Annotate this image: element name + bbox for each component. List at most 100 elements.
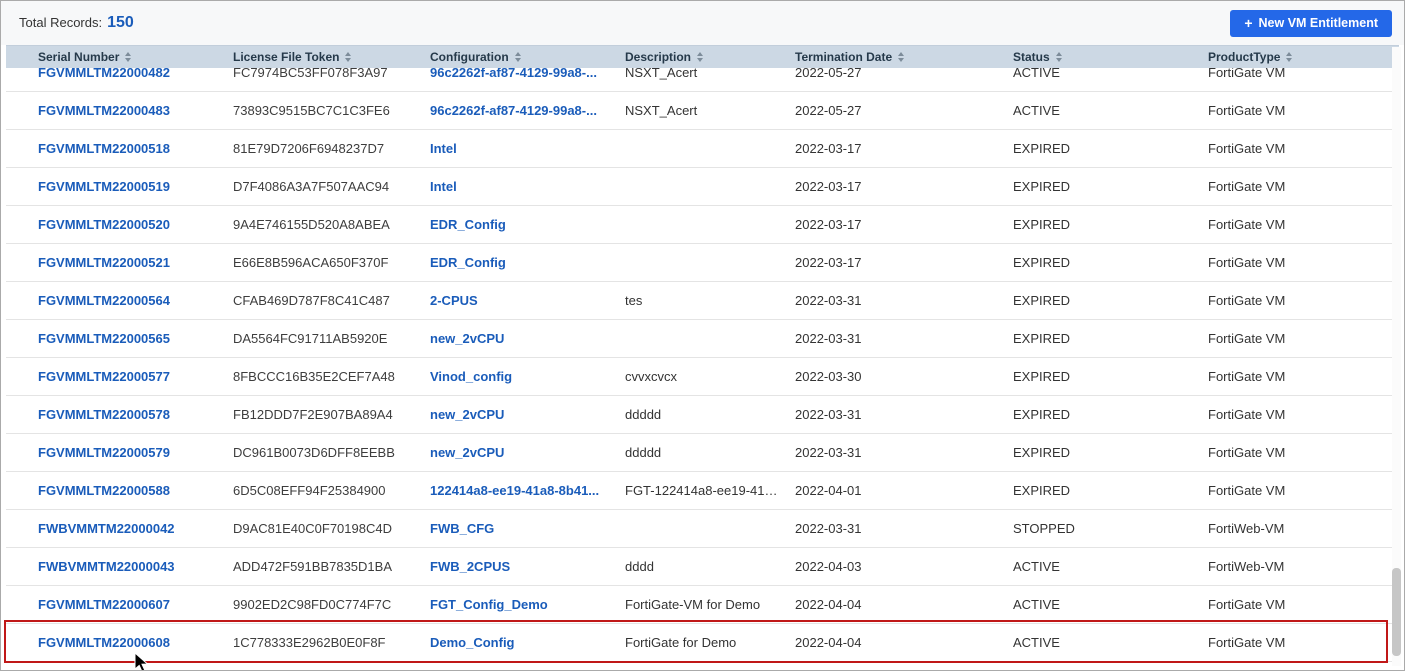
product-type: FortiGate VM [1208, 179, 1286, 194]
license-file-token: D7F4086A3A7F507AAC94 [233, 179, 390, 194]
serial-number-link[interactable]: FGVMMLTM22000579 [38, 445, 233, 460]
table-row: FGVMMLTM22000483 73893C9515BC7C1C3FE6 96c2… [6, 92, 1399, 130]
product-type: FortiGate VM [1208, 255, 1286, 270]
sort-icon[interactable] [345, 52, 352, 62]
entitlement-table: Serial Number License File Token Configura… [6, 45, 1399, 662]
serial-number-link[interactable]: FWBVMMTM22000042 [38, 521, 233, 536]
column-header-label: ProductType [1208, 50, 1281, 64]
termination-date: 2022-03-31 [795, 293, 862, 308]
configuration-link[interactable]: FWB_CFG [430, 521, 625, 536]
serial-number-link[interactable]: FGVMMLTM22000520 [38, 217, 233, 232]
termination-date: 2022-03-30 [795, 369, 862, 384]
column-header-label: License File Token [233, 50, 340, 64]
status-text: EXPIRED [1013, 141, 1071, 156]
serial-number-link[interactable]: FGVMMLTM22000588 [38, 483, 233, 498]
configuration-link[interactable]: EDR_Config [430, 217, 625, 232]
license-file-token: 81E79D7206F6948237D7 [233, 141, 385, 156]
product-type: FortiWeb-VM [1208, 559, 1285, 574]
termination-date: 2022-04-04 [795, 597, 862, 612]
description-text: FortiGate-VM for Demo [625, 597, 761, 612]
status-text: EXPIRED [1013, 407, 1071, 422]
column-header-label: Termination Date [795, 50, 893, 64]
license-file-token: 9A4E746155D520A8ABEA [233, 217, 390, 232]
column-header-config[interactable]: Configuration [430, 50, 625, 64]
configuration-link[interactable]: Intel [430, 179, 625, 194]
column-header-serial[interactable]: Serial Number [38, 50, 233, 64]
configuration-link[interactable]: Intel [430, 141, 625, 156]
sort-icon[interactable] [1055, 52, 1062, 62]
description-text: FortiGate for Demo [625, 635, 737, 650]
configuration-link[interactable]: new_2vCPU [430, 445, 625, 460]
serial-number-link[interactable]: FWBVMMTM22000043 [38, 559, 233, 574]
sort-icon[interactable] [514, 52, 521, 62]
sort-icon[interactable] [898, 52, 905, 62]
termination-date: 2022-03-31 [795, 331, 862, 346]
configuration-link[interactable]: FGT_Config_Demo [430, 597, 625, 612]
serial-number-link[interactable]: FGVMMLTM22000607 [38, 597, 233, 612]
status-text: ACTIVE [1013, 559, 1060, 574]
product-type: FortiGate VM [1208, 293, 1286, 308]
column-header-product[interactable]: ProductType [1208, 50, 1399, 64]
table-row: FGVMMLTM22000579 DC961B0073D6DFF8EEBB new_… [6, 434, 1399, 472]
table-row: FGVMMLTM22000518 81E79D7206F6948237D7 Inte… [6, 130, 1399, 168]
license-file-token: 9902ED2C98FD0C774F7C [233, 597, 392, 612]
product-type: FortiGate VM [1208, 331, 1286, 346]
scrollbar-thumb[interactable] [1392, 568, 1401, 656]
serial-number-link[interactable]: FGVMMLTM22000608 [38, 635, 233, 650]
configuration-link[interactable]: EDR_Config [430, 255, 625, 270]
status-text: EXPIRED [1013, 369, 1071, 384]
license-file-token: 73893C9515BC7C1C3FE6 [233, 103, 390, 118]
configuration-link[interactable]: 96c2262f-af87-4129-99a8-... [430, 103, 625, 118]
serial-number-link[interactable]: FGVMMLTM22000519 [38, 179, 233, 194]
termination-date: 2022-04-03 [795, 559, 862, 574]
serial-number-link[interactable]: FGVMMLTM22000521 [38, 255, 233, 270]
table-row: FGVMMLTM22000608 1C778333E2962B0E0F8F Demo… [6, 624, 1399, 662]
table-row: FWBVMMTM22000042 D9AC81E40C0F70198C4D FWB_… [6, 510, 1399, 548]
configuration-link[interactable]: 2-CPUS [430, 293, 625, 308]
new-vm-entitlement-button[interactable]: + New VM Entitlement [1230, 9, 1392, 37]
column-header-token[interactable]: License File Token [233, 50, 430, 64]
configuration-link[interactable]: Vinod_config [430, 369, 625, 384]
vertical-scrollbar[interactable] [1392, 47, 1401, 666]
sort-icon[interactable] [697, 52, 704, 62]
serial-number-link[interactable]: FGVMMLTM22000518 [38, 141, 233, 156]
description-text: cvvxcvcx [625, 369, 677, 384]
configuration-link[interactable]: 122414a8-ee19-41a8-8b41... [430, 483, 625, 498]
sort-icon[interactable] [1286, 52, 1293, 62]
product-type: FortiGate VM [1208, 445, 1286, 460]
sort-icon[interactable] [125, 52, 132, 62]
configuration-link[interactable]: new_2vCPU [430, 331, 625, 346]
table-row: FGVMMLTM22000520 9A4E746155D520A8ABEA EDR_… [6, 206, 1399, 244]
table-row: FGVMMLTM22000588 6D5C08EFF94F25384900 1224… [6, 472, 1399, 510]
column-header-status[interactable]: Status [1013, 50, 1208, 64]
column-header-description[interactable]: Description [625, 50, 795, 64]
termination-date: 2022-03-17 [795, 217, 862, 232]
column-header-label: Status [1013, 50, 1050, 64]
termination-date: 2022-05-27 [795, 103, 862, 118]
table-row: FGVMMLTM22000578 FB12DDD7F2E907BA89A4 new_… [6, 396, 1399, 434]
status-text: ACTIVE [1013, 103, 1060, 118]
termination-date: 2022-03-31 [795, 445, 862, 460]
serial-number-link[interactable]: FGVMMLTM22000578 [38, 407, 233, 422]
toolbar: Total Records: 150 + New VM Entitlement [1, 1, 1404, 45]
configuration-link[interactable]: FWB_2CPUS [430, 559, 625, 574]
column-header-termination[interactable]: Termination Date [795, 50, 1013, 64]
serial-number-link[interactable]: FGVMMLTM22000483 [38, 103, 233, 118]
product-type: FortiGate VM [1208, 217, 1286, 232]
serial-number-link[interactable]: FGVMMLTM22000564 [38, 293, 233, 308]
termination-date: 2022-03-31 [795, 521, 862, 536]
product-type: FortiGate VM [1208, 483, 1286, 498]
license-file-token: 1C778333E2962B0E0F8F [233, 635, 386, 650]
serial-number-link[interactable]: FGVMMLTM22000565 [38, 331, 233, 346]
new-vm-entitlement-label: New VM Entitlement [1258, 16, 1378, 30]
table-row: FGVMMLTM22000565 DA5564FC91711AB5920E new_… [6, 320, 1399, 358]
serial-number-link[interactable]: FGVMMLTM22000577 [38, 369, 233, 384]
product-type: FortiGate VM [1208, 597, 1286, 612]
status-text: EXPIRED [1013, 293, 1071, 308]
status-text: EXPIRED [1013, 217, 1071, 232]
product-type: FortiGate VM [1208, 369, 1286, 384]
configuration-link[interactable]: Demo_Config [430, 635, 625, 650]
status-text: EXPIRED [1013, 445, 1071, 460]
configuration-link[interactable]: new_2vCPU [430, 407, 625, 422]
license-file-token: 6D5C08EFF94F25384900 [233, 483, 386, 498]
